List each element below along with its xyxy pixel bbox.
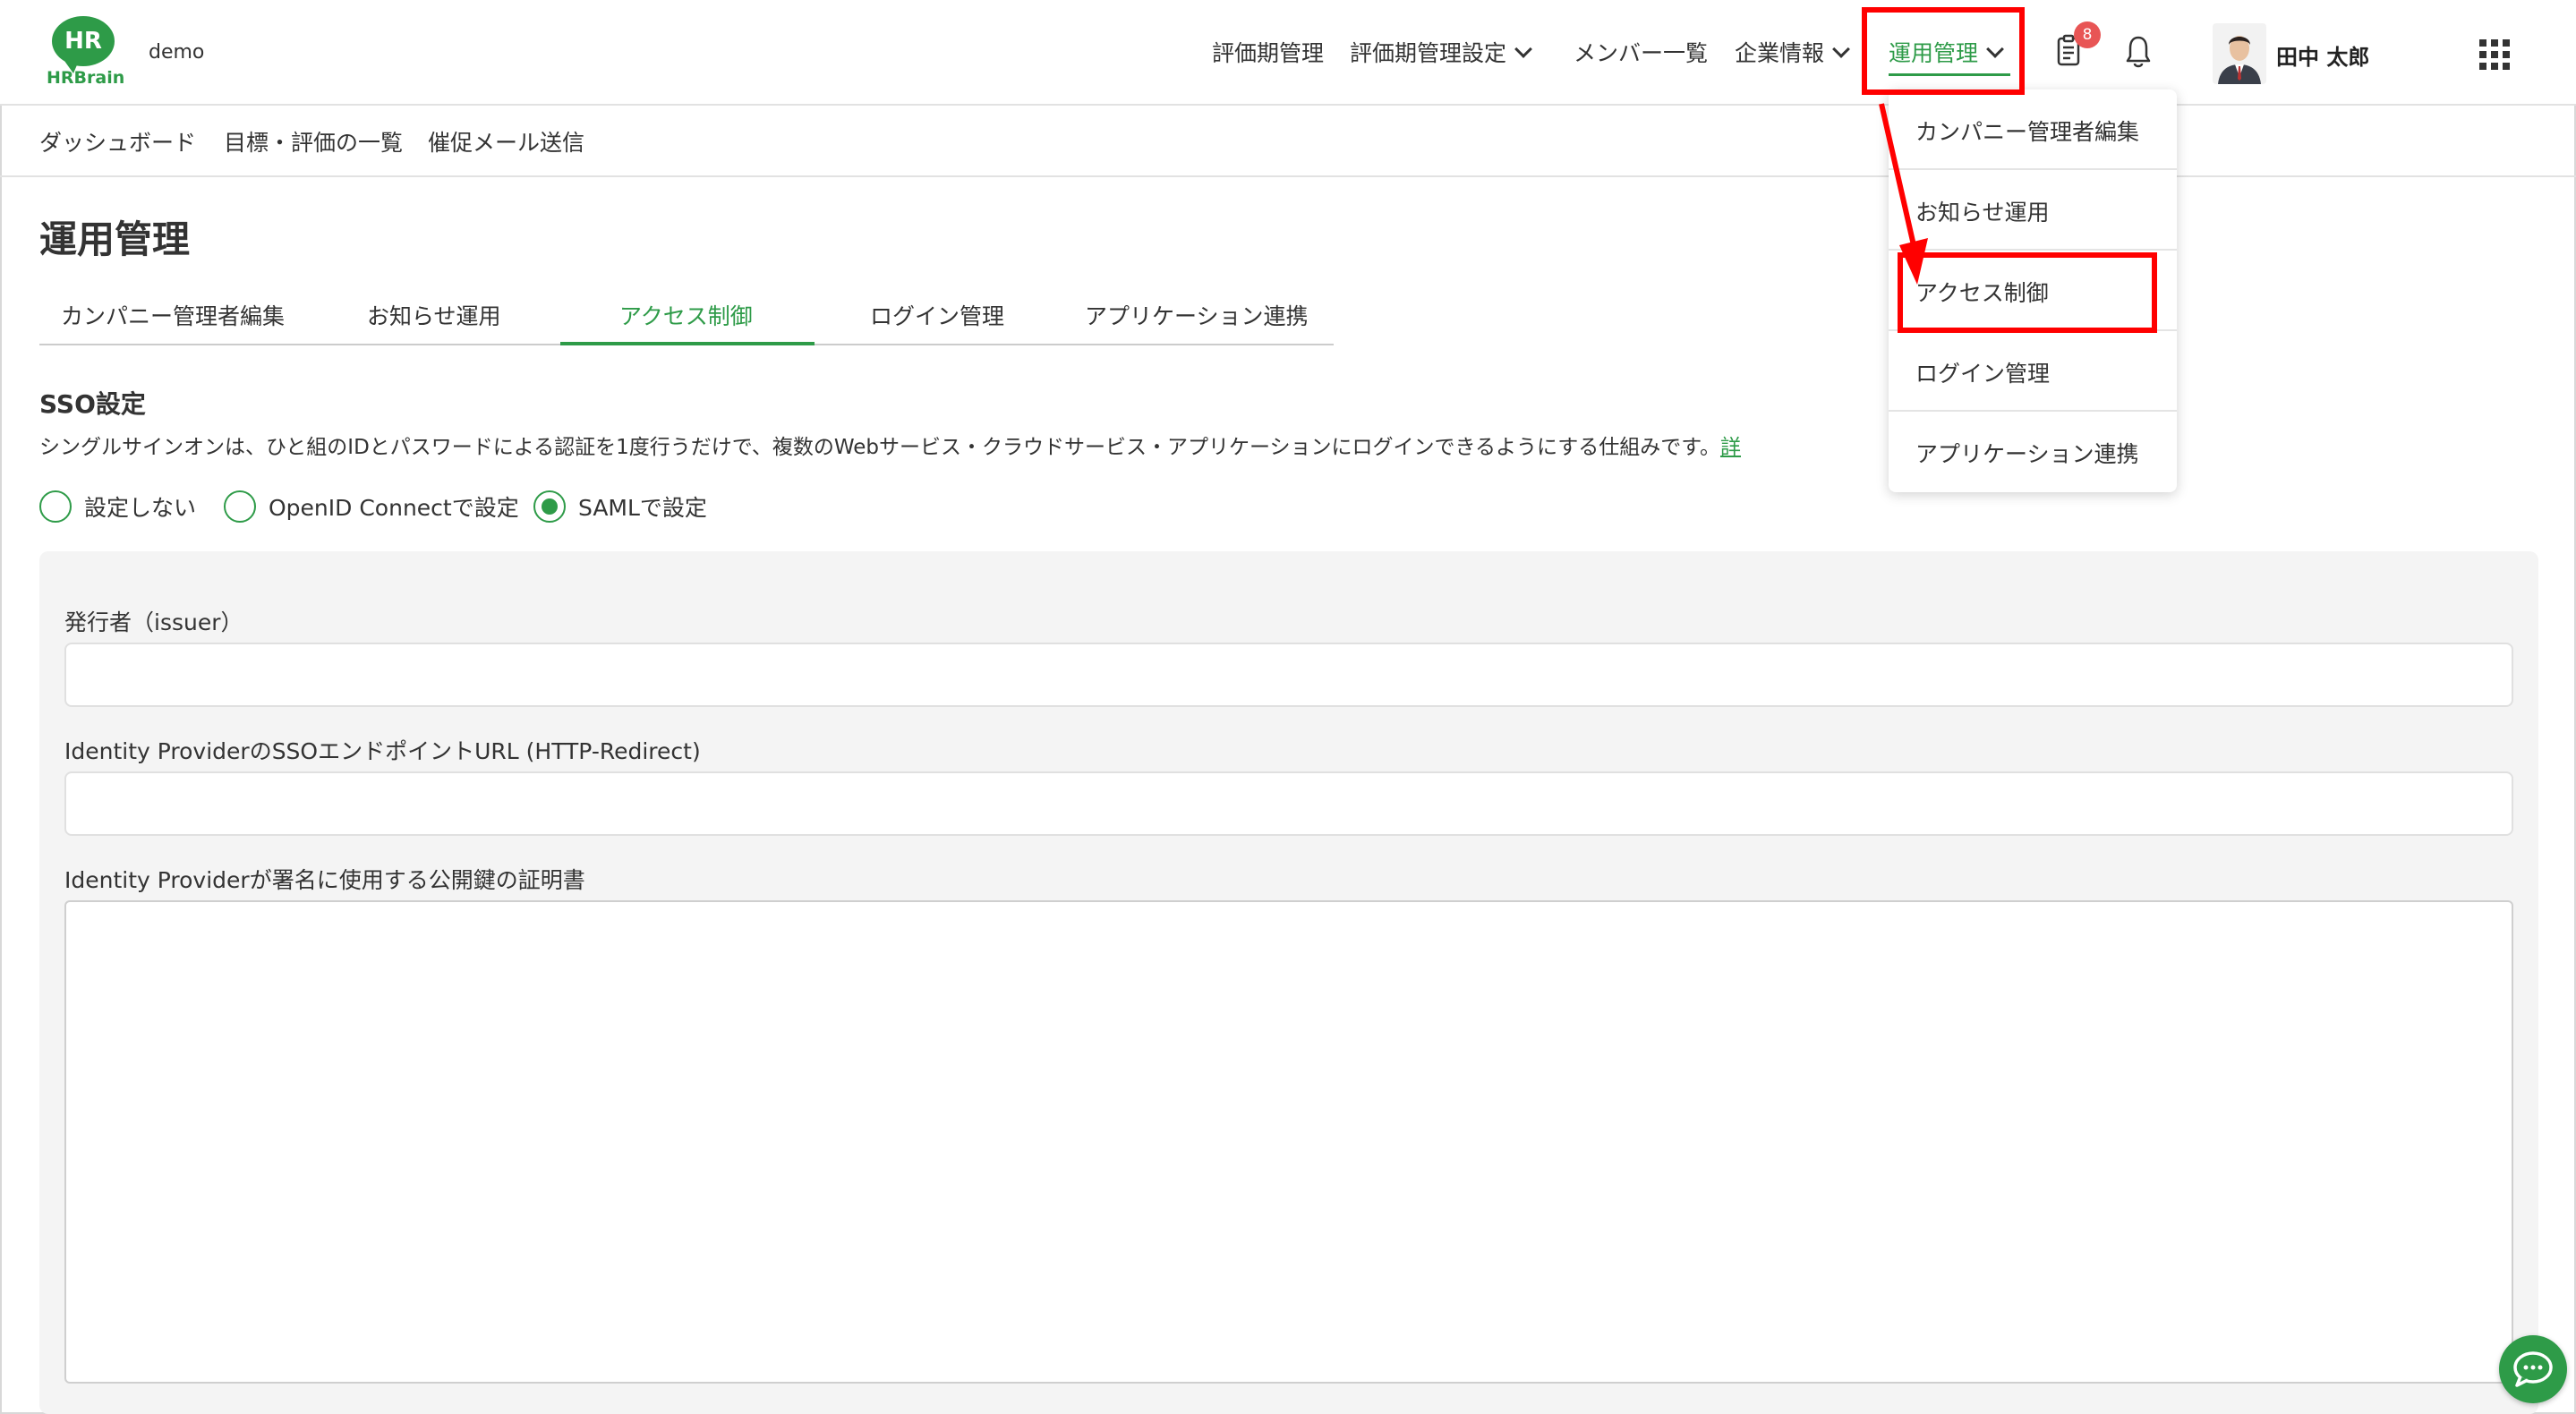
page-title: 運用管理 [39,217,191,261]
tab-bar: カンパニー管理者編集 お知らせ運用 アクセス制御 ログイン管理 アプリケーション… [39,295,1334,345]
tab-access-control[interactable]: アクセス制御 [619,299,753,331]
certificate-label: Identity Providerが署名に使用する公開鍵の証明書 [64,867,585,893]
nav-company-info[interactable]: 企業情報 [1735,36,1850,68]
details-link[interactable]: 詳 [1720,436,1741,459]
hrbrain-logo[interactable]: HR HRBrain [47,16,125,89]
radio-saml[interactable]: SAMLで設定 [533,490,707,523]
menu-item-label: ログイン管理 [1915,361,2051,387]
issuer-input[interactable] [64,643,2513,707]
nav-label: 評価期管理 [1212,40,1325,66]
radio-circle-selected [533,490,566,523]
subnav-goals-list[interactable]: 目標・評価の一覧 [224,125,403,158]
radio-openid[interactable]: OpenID Connectで設定 [224,490,519,523]
sub-navigation: ダッシュボード 目標・評価の一覧 催促メール送信 [0,106,2576,177]
app-grid-icon[interactable] [2479,39,2510,70]
menu-item-app-integration[interactable]: アプリケーション連携 [1889,412,2177,492]
user-avatar[interactable] [2213,23,2266,84]
highlight-box-operations [1862,7,2025,95]
chat-support-button[interactable] [2499,1335,2567,1403]
logo-mark: HR [52,16,115,73]
tab-app-integration[interactable]: アプリケーション連携 [1085,299,1309,331]
notification-count-badge: 8 [2074,21,2101,48]
tab-company-admin[interactable]: カンパニー管理者編集 [61,299,285,331]
bell-icon[interactable] [2125,34,2152,70]
sso-description: シングルサインオンは、ひと組のIDとパスワードによる認証を1度行うだけで、複数の… [39,430,1741,460]
tab-notice[interactable]: お知らせ運用 [367,299,501,331]
red-arrow-icon [1879,103,1928,285]
sso-url-input[interactable] [64,771,2513,836]
nav-label: メンバー一覧 [1574,40,1709,66]
sso-url-label: Identity ProviderのSSOエンドポイントURL (HTTP-Re… [64,738,701,764]
certificate-textarea[interactable] [64,900,2513,1384]
subnav-reminder-mail[interactable]: 催促メール送信 [428,125,584,158]
radio-circle [39,490,72,523]
tab-active-underline [560,342,815,345]
logo-brand-text: HRBrain [47,68,125,88]
nav-label: 評価期管理設定 [1350,40,1507,66]
chevron-down-icon [1514,40,1532,58]
radio-circle [224,490,256,523]
nav-member-list[interactable]: メンバー一覧 [1574,36,1708,68]
menu-item-login-management[interactable]: ログイン管理 [1889,331,2177,412]
sso-description-text: シングルサインオンは、ひと組のIDとパスワードによる認証を1度行うだけで、複数の… [39,436,1720,459]
radio-label: SAMLで設定 [578,495,707,521]
tab-login-management[interactable]: ログイン管理 [870,299,1004,331]
menu-item-label: アプリケーション連携 [1915,441,2139,467]
chat-bubble-icon [2513,1351,2553,1387]
issuer-label: 発行者（issuer） [64,609,243,635]
subnav-dashboard[interactable]: ダッシュボード [39,125,196,158]
tenant-name: demo [149,41,205,64]
radio-no-sso[interactable]: 設定しない [39,490,196,523]
radio-label: 設定しない [84,495,197,521]
sso-section-title: SSO設定 [39,389,146,419]
chevron-down-icon [1832,40,1850,58]
nav-label: 企業情報 [1735,40,1825,66]
top-header: HR HRBrain demo 評価期管理 評価期管理設定 メンバー一覧 企業情… [0,0,2576,106]
radio-label: OpenID Connectで設定 [269,495,519,521]
nav-evaluation-settings[interactable]: 評価期管理設定 [1350,36,1532,68]
menu-item-label: カンパニー管理者編集 [1915,119,2140,145]
user-name[interactable]: 田中 太郎 [2276,39,2369,71]
nav-evaluation-period[interactable]: 評価期管理 [1212,36,1324,68]
